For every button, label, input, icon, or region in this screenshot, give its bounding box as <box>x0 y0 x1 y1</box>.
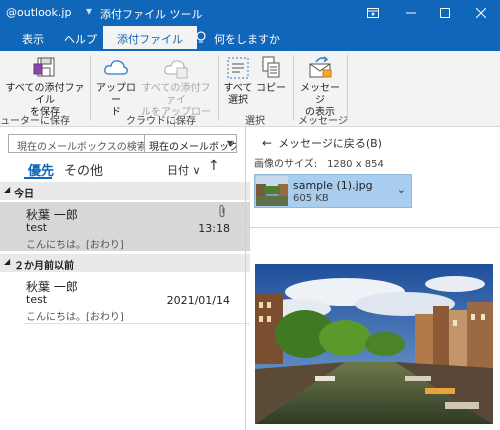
envelope-arrow-icon <box>309 56 332 78</box>
group-label-select: 選択 <box>245 116 265 127</box>
paperclip-icon <box>219 204 225 218</box>
attachment-image-preview <box>255 264 493 424</box>
message-subject: test <box>26 293 48 306</box>
upload-button[interactable]: アップロー ド <box>94 55 138 119</box>
tab-view[interactable]: 表示 <box>22 31 44 47</box>
chevron-down-icon[interactable]: ⌄ <box>397 183 406 196</box>
sort-direction-button[interactable]: ↑ <box>208 158 220 174</box>
group-label-cloud: クラウドに保存 <box>126 116 196 127</box>
minimize-icon[interactable] <box>394 0 428 26</box>
message-time: 13:18 <box>198 222 230 235</box>
attachment-name: sample (1).jpg <box>293 179 373 192</box>
focused-underline <box>24 177 52 179</box>
close-icon[interactable] <box>464 0 498 26</box>
lightbulb-icon <box>196 31 206 47</box>
message-date: 2021/01/14 <box>166 294 230 307</box>
tab-other[interactable]: その他 <box>64 160 103 179</box>
account-label: @outlook.jp <box>6 6 72 19</box>
group-label-save: ューターに保存 <box>0 116 70 127</box>
cloud-icon <box>104 60 128 75</box>
arrow-left-icon: ← <box>262 136 273 150</box>
chevron-down-icon: ▼ <box>226 139 233 148</box>
message-row[interactable]: 秋葉 一郎 test こんにちは。[おわり] 13:18 <box>0 202 250 251</box>
ribbon: すべての添付ファイル を保存 アップロー ド すべての添付ファイ ルをアップロー… <box>0 51 500 130</box>
ribbon-display-options-icon[interactable] <box>356 0 390 26</box>
title-bar: @outlook.jp ▾ 添付ファイル ツール <box>0 0 500 26</box>
image-size-label: 画像のサイズ: 1280 x 854 <box>254 159 384 170</box>
copy-icon <box>262 56 280 78</box>
sort-by-dropdown[interactable]: 日付 ∨ <box>167 162 201 178</box>
tab-attachments[interactable]: 添付ファイル <box>103 26 197 51</box>
row-divider <box>24 323 250 324</box>
group-header-today[interactable]: ◢ 今日 <box>0 182 250 200</box>
show-message-button[interactable]: メッセージ の表示 <box>296 55 344 119</box>
search-scope-dropdown[interactable]: 現在のメールボックス ▼ <box>145 134 237 153</box>
copy-button[interactable]: コピー <box>256 55 286 95</box>
search-input[interactable]: 現在のメールボックスの検索 <box>8 134 145 153</box>
collapse-triangle-icon: ◢ <box>4 257 11 266</box>
context-tab-title: 添付ファイル ツール <box>100 8 203 21</box>
save-disk-icon <box>33 57 55 77</box>
cloud-upload-icon <box>164 60 188 79</box>
maximize-icon[interactable] <box>428 0 462 26</box>
attachment-size: 605 KB <box>293 193 329 204</box>
collapse-triangle-icon: ◢ <box>4 185 11 194</box>
tab-help[interactable]: ヘルプ <box>64 31 97 47</box>
attachment-thumbnail <box>256 176 288 206</box>
select-all-button[interactable]: すべて 選択 <box>221 55 255 107</box>
message-subject: test <box>26 221 48 234</box>
select-all-icon <box>227 57 249 79</box>
header-divider <box>246 227 500 228</box>
message-row[interactable]: 秋葉 一郎 test こんにちは。[おわり] 2021/01/14 <box>0 274 250 323</box>
ribbon-tabs: 表示 ヘルプ 添付ファイル 何をしますか <box>0 26 500 51</box>
message-preview: こんにちは。[おわり] <box>26 240 124 251</box>
back-to-message-link[interactable]: ← メッセージに戻る(B) <box>262 135 382 151</box>
pane-divider[interactable] <box>245 127 246 430</box>
tell-me-search[interactable]: 何をしますか <box>214 31 280 47</box>
group-label-message: メッセージ <box>298 116 348 127</box>
save-all-attachments-button[interactable]: すべての添付ファイル を保存 <box>4 55 86 119</box>
message-preview: こんにちは。[おわり] <box>26 312 124 323</box>
attachment-chip[interactable]: sample (1).jpg 605 KB ⌄ <box>254 174 412 208</box>
group-header-older[interactable]: ◢ ２か月前以前 <box>0 254 250 272</box>
title-separator: ▾ <box>86 4 93 18</box>
